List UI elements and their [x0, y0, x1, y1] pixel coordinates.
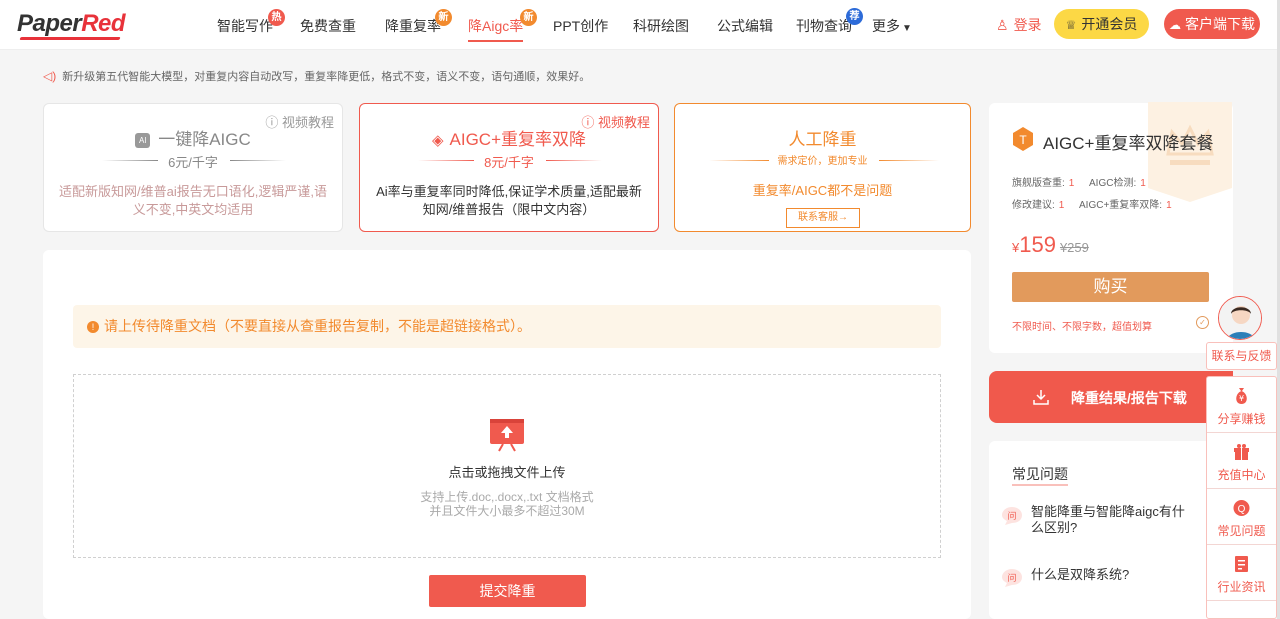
- package-price: ¥159 ¥259: [1012, 232, 1089, 257]
- card-price: 6元/千字: [168, 155, 218, 170]
- package-note: 不限时间、不限字数，超值划算: [1012, 322, 1152, 333]
- result-download-label: 降重结果/报告下载: [1071, 390, 1187, 406]
- card-title: AI 一键降AIGC: [44, 125, 342, 150]
- result-download-button[interactable]: 降重结果/报告下载: [989, 371, 1233, 423]
- client-download-button[interactable]: ☁ 客户端下载: [1164, 9, 1260, 39]
- logo-text-a: Paper: [17, 10, 82, 37]
- card-manual-reduce[interactable]: 人工降重 需求定价，更加专业 重复率/AIGC都不是问题 联系客服→: [674, 103, 971, 232]
- nav-research-drawing[interactable]: 科研绘图: [633, 16, 689, 36]
- upload-format-hint: 支持上传.doc,.docx,.txt 文档格式 并且文件大小最多不超过30M: [420, 490, 594, 518]
- crown-icon: ♕: [1065, 18, 1077, 32]
- avatar-icon: [1219, 297, 1261, 339]
- side-faq[interactable]: Q 常见问题: [1207, 489, 1276, 545]
- money-bag-icon: ¥: [1236, 388, 1247, 404]
- package-item: 旗舰版查重: 1: [1012, 178, 1075, 189]
- package-title: AIGC+重复率双降套餐: [1043, 134, 1214, 153]
- upload-hint: 点击或拖拽文件上传: [448, 465, 566, 480]
- question-bubble-icon: 问: [1002, 569, 1022, 587]
- document-icon: [1235, 556, 1248, 572]
- card-title: ◈ AIGC+重复率双降: [431, 130, 587, 149]
- side-share-earn[interactable]: ¥ 分享赚钱: [1207, 377, 1276, 433]
- notice-bar: ◁) 新升级第五代智能大模型，对重复内容自动改写，重复率降更低，格式不变，语义不变…: [43, 69, 591, 83]
- nav-reduce-repeat[interactable]: 降重复率: [385, 16, 441, 36]
- question-circle-icon: Q: [1233, 500, 1250, 516]
- nav-badge-recommend: 荐: [846, 8, 863, 25]
- svg-text:问: 问: [1007, 572, 1016, 583]
- card-desc: Ai率与重复率同时降低,保证学术质量,适配最新知网/维普报告（限中文内容）: [376, 184, 642, 217]
- card-dual-reduce[interactable]: ⓘ 视频教程 ◈ AIGC+重复率双降 8元/千字 Ai率与重复率同时降低,保证学…: [359, 103, 659, 232]
- faq-question[interactable]: 什么是双降系统?: [1031, 567, 1196, 583]
- nav-reduce-aigc[interactable]: 降Aigc率: [468, 16, 524, 42]
- nav-formula[interactable]: 公式编辑: [717, 16, 773, 36]
- download-icon: [1033, 390, 1049, 405]
- nav-badge-new-2: 新: [520, 9, 537, 26]
- svg-text:问: 问: [1007, 510, 1016, 521]
- login-link[interactable]: ♙ 登录: [996, 15, 1042, 35]
- logo-underline: [19, 37, 121, 40]
- card-desc: 重复率/AIGC都不是问题: [752, 183, 893, 198]
- floating-sidebar: ¥ 分享赚钱 充值中心 Q 常见问题 行业资讯: [1206, 376, 1277, 619]
- side-news[interactable]: 行业资讯: [1207, 545, 1276, 601]
- package-item: 修改建议: 1: [1012, 200, 1065, 211]
- layers-icon: ◈: [431, 132, 444, 149]
- gift-icon: [1234, 444, 1249, 460]
- contact-feedback-button[interactable]: 联系与反馈: [1206, 342, 1277, 370]
- nav-journal[interactable]: 刊物查询: [796, 16, 852, 36]
- speaker-icon: ◁): [43, 69, 57, 83]
- card-price: 需求定价，更加专业: [777, 156, 868, 167]
- svg-text:¥: ¥: [1239, 394, 1244, 403]
- top-header: PaperRed 智能写作 热 免费查重 降重复率 新 降Aigc率 新 PPT…: [0, 0, 1280, 50]
- user-icon: ♙: [996, 17, 1009, 33]
- question-bubble-icon: 问: [1002, 507, 1022, 525]
- nav-more[interactable]: 更多 ▼: [872, 16, 912, 36]
- card-price: 8元/千字: [484, 155, 534, 170]
- card-desc: 适配新版知网/维普ai报告无口语化,逻辑严谨,语义不变,中英文均适用: [59, 184, 327, 217]
- package-item: AIGC检测: 1: [1089, 178, 1146, 189]
- nav-badge-new: 新: [435, 9, 452, 26]
- logo-text-b: Red: [81, 10, 126, 37]
- package-t-icon: T: [1013, 127, 1033, 151]
- card-one-click-aigc[interactable]: ⓘ 视频教程 AI 一键降AIGC 6元/千字 适配新版知网/维普ai报告无口语化…: [43, 103, 343, 232]
- nav-free-check[interactable]: 免费查重: [300, 16, 356, 36]
- nav-ppt[interactable]: PPT创作: [553, 16, 608, 36]
- upload-warning: ! 请上传待降重文档（不要直接从查重报告复制，不能是超链接格式）。: [73, 305, 941, 348]
- card-title: 人工降重: [788, 130, 857, 149]
- upload-board-icon: [490, 419, 524, 452]
- original-price: ¥259: [1059, 240, 1089, 255]
- vip-button[interactable]: ♕ 开通会员: [1054, 9, 1149, 39]
- nav-smart-writing[interactable]: 智能写作: [217, 16, 273, 36]
- package-item: AIGC+重复率双降: 1: [1079, 200, 1172, 211]
- download-cloud-icon: ☁: [1169, 18, 1181, 32]
- side-recharge[interactable]: 充值中心: [1207, 433, 1276, 489]
- warning-icon: !: [87, 321, 99, 333]
- submit-button[interactable]: 提交降重: [429, 575, 586, 607]
- customer-service-avatar[interactable]: [1218, 296, 1262, 340]
- caret-down-icon: ▼: [902, 23, 912, 34]
- svg-text:Q: Q: [1238, 504, 1246, 515]
- buy-button[interactable]: 购买: [1012, 272, 1209, 302]
- nav-badge-hot: 热: [268, 9, 285, 26]
- check-icon: ✓: [1196, 316, 1209, 329]
- ai-icon: AI: [135, 133, 151, 148]
- logo[interactable]: PaperRed: [17, 10, 126, 38]
- svg-text:T: T: [1019, 133, 1027, 147]
- faq-title: 常见问题: [1012, 464, 1068, 486]
- contact-service-button[interactable]: 联系客服→: [786, 208, 860, 228]
- faq-question[interactable]: 智能降重与智能降aigc有什么区别?: [1031, 504, 1196, 536]
